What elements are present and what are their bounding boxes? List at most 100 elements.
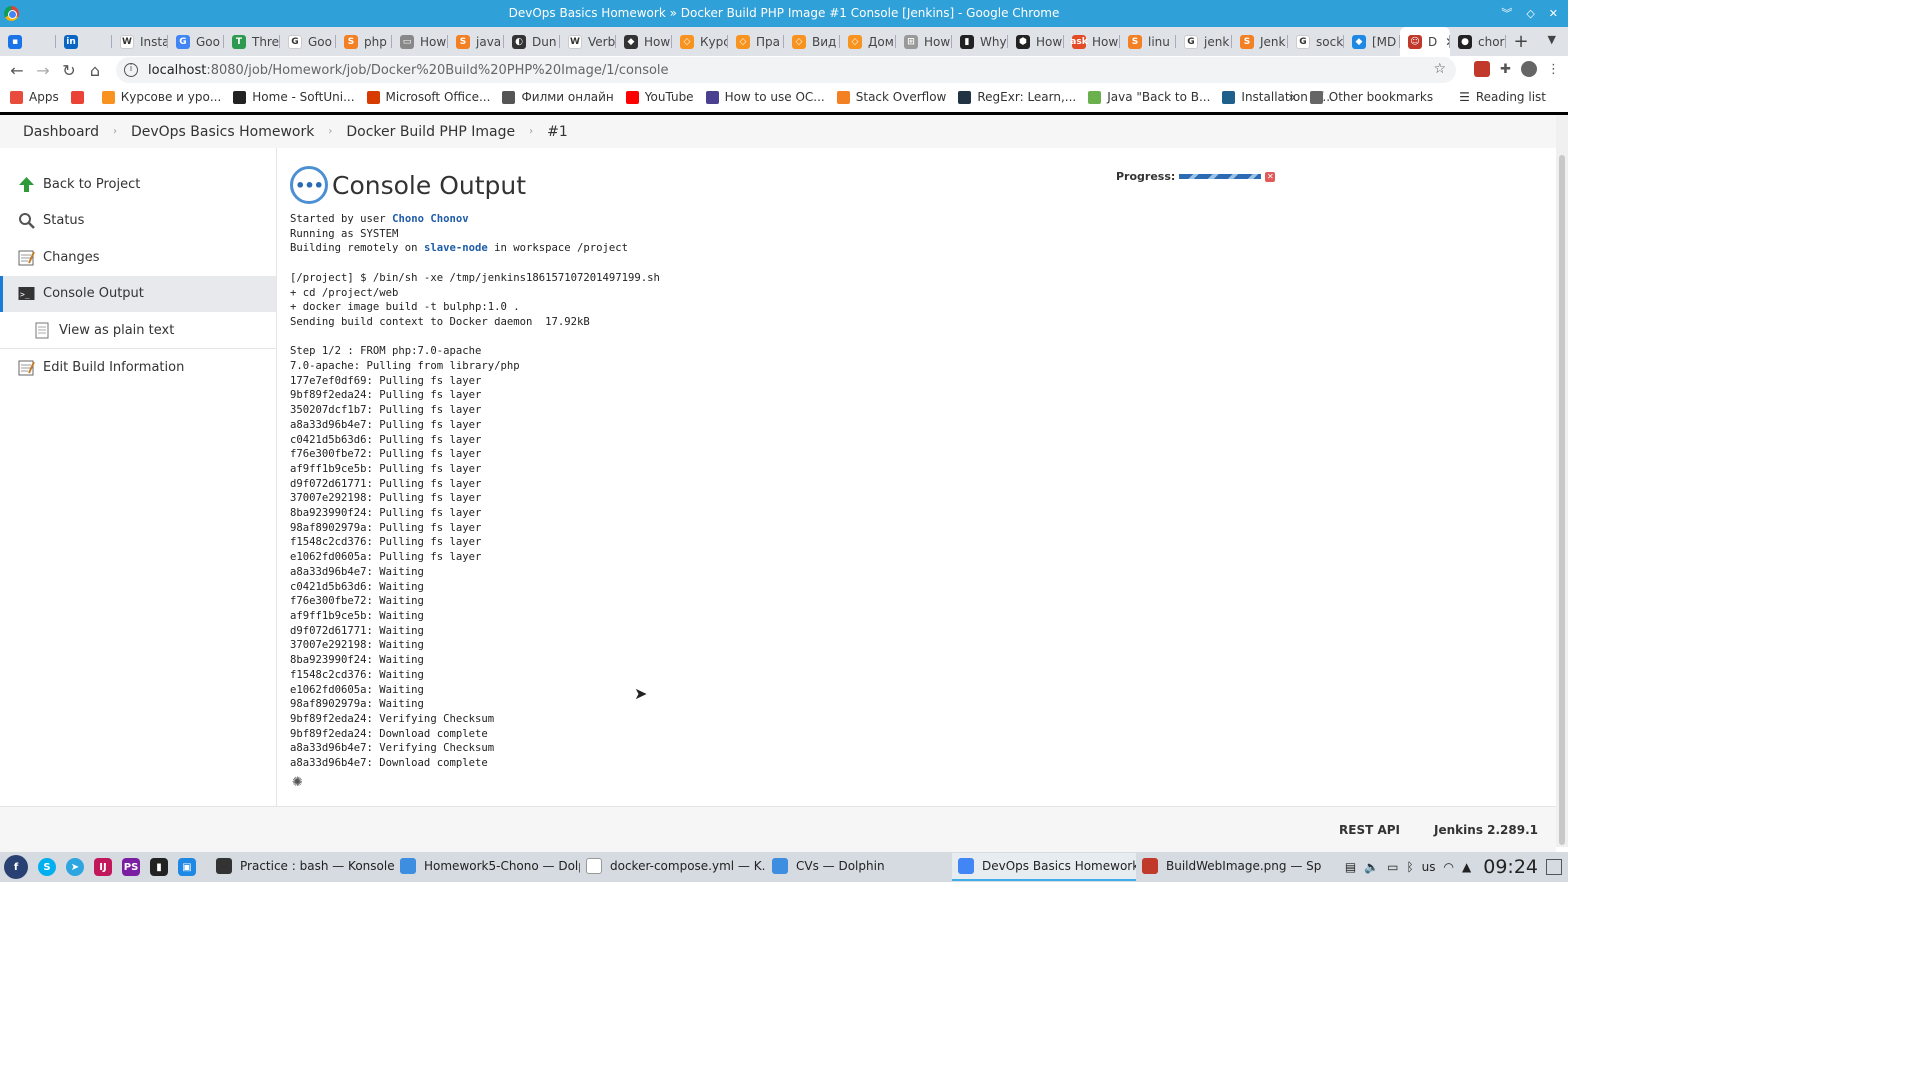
telegram-icon[interactable]: ➤ (66, 858, 84, 876)
bookmark-item[interactable]: Stack Overflow (836, 90, 946, 104)
tray-expand-icon[interactable]: ▲ (1462, 860, 1471, 874)
extensions-puzzle-icon[interactable]: ✚ (1500, 62, 1511, 77)
browser-tab[interactable]: ▮ Why (952, 27, 1008, 56)
taskbar-task[interactable]: docker-compose.yml — K... (580, 853, 766, 881)
page-scrollbar[interactable] (1556, 115, 1568, 847)
jenkins-version-link[interactable]: Jenkins 2.289.1 (1434, 823, 1538, 837)
browser-tab[interactable]: T Thre (224, 27, 280, 56)
back-arrow-icon[interactable]: ← (4, 61, 30, 80)
browser-tab[interactable]: W Insta (112, 27, 168, 56)
other-bookmarks-folder[interactable]: Other bookmarks (1309, 90, 1433, 104)
address-bar[interactable]: i localhost:8080/job/Homework/job/Docker… (116, 57, 1456, 83)
browser-tab[interactable]: S Jenk (1232, 27, 1288, 56)
breadcrumb-item[interactable]: Dashboard (23, 124, 99, 140)
browser-tab[interactable]: Slinu (1120, 27, 1176, 56)
more-bookmarks-icon[interactable]: » (1288, 90, 1295, 104)
taskbar-task[interactable]: CVs — Dolphin (766, 853, 952, 881)
tab-favicon-icon: G (288, 34, 302, 49)
browser-tab[interactable]: Sjava (448, 27, 504, 56)
reading-list-button[interactable]: ☰ Reading list (1459, 90, 1546, 104)
volume-icon[interactable]: 🔈 (1364, 860, 1379, 874)
bookmark-label: Microsoft Office... (385, 90, 491, 104)
maximize-icon[interactable]: ◇ (1526, 0, 1534, 27)
site-info-icon[interactable]: i (124, 63, 138, 77)
breadcrumb-item[interactable]: Docker Build PHP Image (346, 124, 515, 140)
task-label: DevOps Basics Homework ... (982, 859, 1136, 873)
home-icon[interactable]: ⌂ (82, 61, 108, 80)
sidebar-item[interactable]: Changes (0, 239, 276, 276)
browser-tab[interactable]: ◇ Вид (784, 27, 840, 56)
ublock-extension-icon[interactable] (1474, 61, 1491, 77)
browser-tab[interactable]: W Verb (560, 27, 616, 56)
show-desktop-icon[interactable] (1546, 859, 1562, 875)
rest-api-link[interactable]: REST API (1339, 823, 1400, 837)
skype-icon[interactable]: S (38, 858, 56, 876)
profile-avatar[interactable] (1521, 61, 1537, 77)
bookmark-item[interactable]: How to use OC... (705, 90, 825, 104)
taskbar-task[interactable]: Practice : bash — Konsole (210, 853, 394, 881)
clipboard-icon[interactable]: ▤ (1345, 860, 1356, 874)
bookmark-item[interactable]: RegExr: Learn,... (958, 90, 1076, 104)
node-link[interactable]: slave-node (424, 242, 488, 254)
browser-tab[interactable]: ◆ [MD (1344, 27, 1400, 56)
bookmark-item[interactable]: YouTube (625, 90, 694, 104)
keyboard-layout[interactable]: us (1422, 860, 1436, 874)
sidebar-item[interactable]: View as plain text (0, 312, 276, 349)
breadcrumb-item[interactable]: DevOps Basics Homework (131, 124, 314, 140)
wifi-icon[interactable]: ◠ (1444, 860, 1454, 874)
browser-tab[interactable]: G Goo (168, 27, 224, 56)
stop-build-icon[interactable]: ✕ (1265, 171, 1276, 182)
user-link[interactable]: Chono Chonov (392, 213, 469, 225)
bookmark-item[interactable]: Курсове и уро... (101, 90, 221, 104)
reload-icon[interactable]: ↻ (56, 61, 82, 80)
bookmark-item[interactable]: Java "Back to B... (1088, 90, 1210, 104)
minimize-icon[interactable]: ︾ (1501, 0, 1512, 27)
scrollbar-thumb[interactable] (1559, 155, 1565, 845)
phpstorm-icon[interactable]: PS (122, 858, 140, 876)
browser-tab[interactable]: ▭ How (392, 27, 448, 56)
terminal-launcher-icon[interactable]: ▮ (150, 858, 168, 876)
browser-tab[interactable]: ⊞ How (896, 27, 952, 56)
bookmark-item[interactable]: Microsoft Office... (366, 90, 491, 104)
console-line: 8ba923990f24: Waiting (290, 654, 424, 667)
browser-tab[interactable]: ◇ Дом (840, 27, 896, 56)
browser-tab[interactable]: ask How (1064, 27, 1120, 56)
fedora-launcher-icon[interactable]: f (4, 855, 28, 879)
browser-tab[interactable]: Gsock (1288, 27, 1344, 56)
sidebar-item[interactable]: Back to Project (0, 166, 276, 203)
forward-arrow-icon[interactable]: → (30, 61, 56, 80)
bookmark-item[interactable]: Apps (10, 90, 59, 104)
browser-tab[interactable]: Sphp (336, 27, 392, 56)
browser-tab[interactable]: G Goo (280, 27, 336, 56)
browser-tab[interactable]: ◐ Dun (504, 27, 560, 56)
browser-tab[interactable]: in (56, 27, 112, 56)
close-window-icon[interactable]: ✕ (1549, 0, 1558, 27)
new-tab-icon[interactable]: + (1506, 31, 1536, 52)
taskbar-task[interactable]: DevOps Basics Homework ... (952, 853, 1136, 881)
bookmark-star-icon[interactable]: ☆ (1433, 61, 1446, 77)
browser-tab[interactable]: ◇ Курс (672, 27, 728, 56)
browser-tab[interactable]: ● chor (1450, 27, 1506, 56)
browser-tab[interactable]: ▪ (0, 27, 56, 56)
tab-search-icon[interactable]: ▼ (1548, 33, 1556, 46)
sidebar-item[interactable]: >_ Console Output (0, 275, 276, 312)
clock[interactable]: 09:24 (1483, 856, 1538, 878)
taskbar-task[interactable]: Homework5-Chono — Dolp... (394, 853, 580, 881)
window-manager-icon[interactable]: ▣ (178, 858, 196, 876)
battery-icon[interactable]: ▭ (1387, 860, 1398, 874)
chrome-menu-icon[interactable]: ⋮ (1547, 62, 1560, 77)
browser-tab[interactable]: ◆ How (616, 27, 672, 56)
browser-tab[interactable]: ☺D✕ (1400, 27, 1450, 56)
bookmark-item[interactable]: Филми онлайн (502, 90, 614, 104)
taskbar-task[interactable]: BuildWebImage.png — Spe... (1136, 853, 1322, 881)
breadcrumb-item[interactable]: #1 (547, 124, 568, 140)
bluetooth-icon[interactable]: ᛒ (1406, 860, 1413, 874)
sidebar-item[interactable]: Edit Build Information (0, 349, 276, 386)
browser-tab[interactable]: ⬢ How (1008, 27, 1064, 56)
browser-tab[interactable]: Gjenk (1176, 27, 1232, 56)
browser-tab[interactable]: ◇ Пра (728, 27, 784, 56)
sidebar-item[interactable]: Status (0, 203, 276, 240)
intellij-icon[interactable]: IJ (94, 858, 112, 876)
bookmark-item[interactable] (70, 90, 90, 104)
bookmark-item[interactable]: Home - SoftUni... (233, 90, 355, 104)
